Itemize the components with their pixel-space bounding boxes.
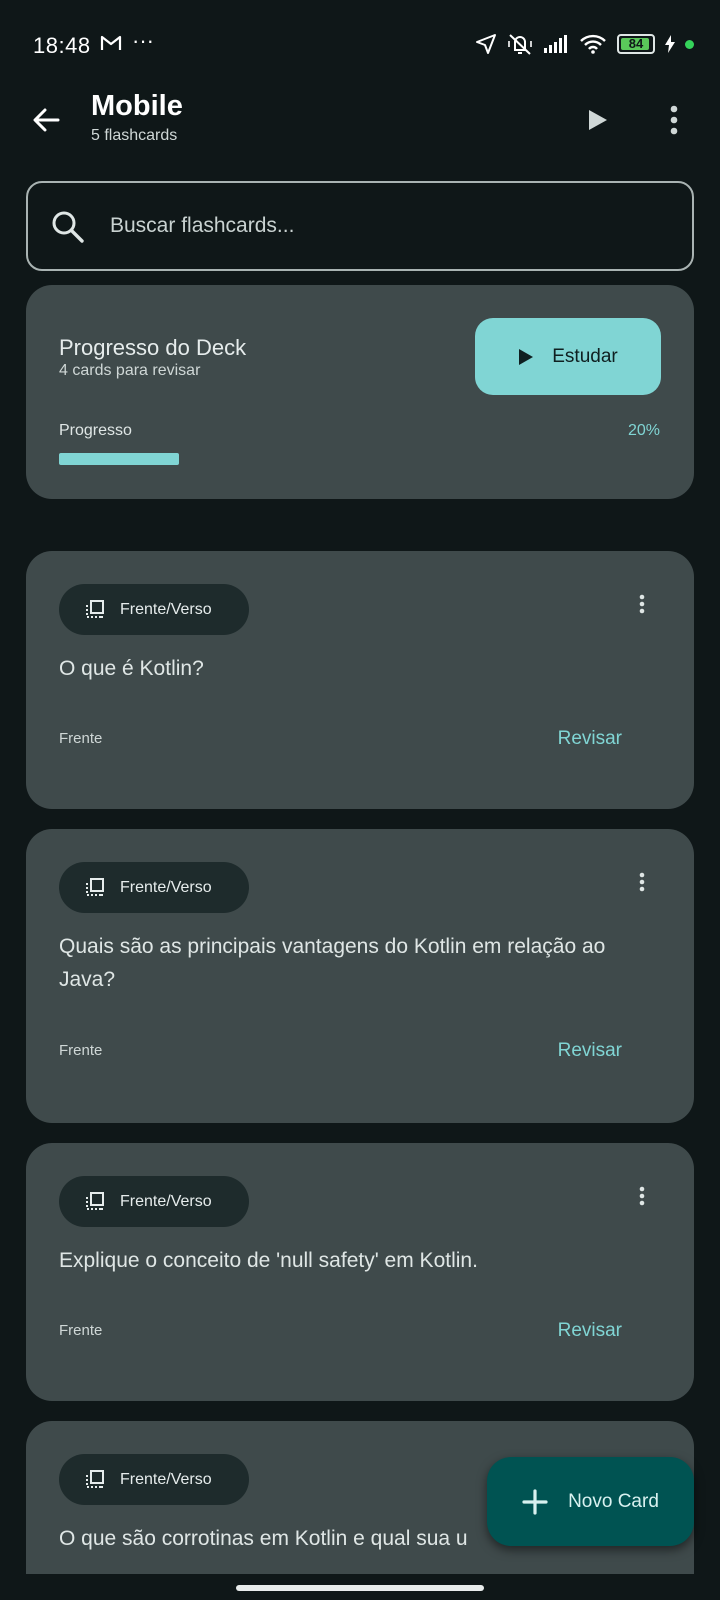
card-more-button[interactable] [630,867,654,897]
more-vert-icon [639,872,645,892]
app-bar: Mobile 5 flashcards [0,85,720,155]
back-arrow-icon [33,108,60,132]
screen: 18:48 ··· 84 Mobile 5 flashcards Buscar … [0,0,720,1600]
status-icons: 84 [475,30,694,58]
new-card-label: Novo Card [568,1490,659,1512]
status-more-icon: ··· [132,28,154,53]
more-vert-icon [639,1186,645,1206]
card-side-label: Frente [59,1322,103,1339]
card-side-label: Frente [59,730,103,747]
card-question: O que é Kotlin? [59,657,204,680]
back-button[interactable] [26,100,66,140]
review-button[interactable]: Revisar [558,1320,622,1342]
card-more-button[interactable] [630,589,654,619]
wifi-icon [580,34,606,54]
card-type-chip: Frente/Verso [59,1176,249,1227]
card-type-chip: Frente/Verso [59,862,249,913]
more-options-button[interactable] [656,100,692,140]
page-title: Mobile [91,90,183,122]
battery-level: 84 [628,36,644,51]
progress-card-title: Progresso do Deck [59,335,247,360]
page-subtitle: 5 flashcards [91,127,178,144]
gmail-icon [100,35,122,50]
flashcard-type-icon [86,599,104,618]
study-button[interactable]: Estudar [475,318,661,395]
review-button[interactable]: Revisar [558,1040,622,1062]
card-question: Quais são as principais vantagens do Kot… [59,935,606,991]
card-side-label: Frente [59,1042,103,1059]
play-button[interactable] [580,102,616,138]
study-button-label: Estudar [552,345,618,367]
flashcard-type-icon [86,1191,104,1210]
green-dot [685,39,694,49]
card-question: Explique o conceito de 'null safety' em … [59,1249,478,1272]
card-more-button[interactable] [630,1181,654,1211]
flashcard[interactable]: Frente/Verso O que é Kotlin? Frente Revi… [26,551,694,809]
charging-icon [665,35,675,53]
flashcard-type-icon [86,877,104,896]
signal-icon [544,35,567,53]
mute-vibrate-icon [508,34,532,55]
review-button[interactable]: Revisar [558,728,622,750]
progress-label: Progresso [59,422,132,439]
flashcard[interactable]: Frente/Verso Quais são as principais van… [26,829,694,1123]
new-card-button[interactable]: Novo Card [487,1457,694,1546]
card-type-label: Frente/Verso [120,600,212,618]
search-input[interactable] [110,203,670,249]
progress-bar [59,453,661,465]
location-arrow-icon [476,34,496,54]
card-type-label: Frente/Verso [120,1192,212,1210]
progress-card: Progresso do Deck 4 cards para revisar E… [26,285,694,499]
progress-bar-fill [59,453,180,465]
home-indicator[interactable] [236,1585,484,1591]
play-icon [519,348,534,365]
plus-icon [522,1488,548,1515]
search-icon [52,211,84,243]
progress-card-subtitle: 4 cards para revisar [59,362,201,379]
card-type-chip: Frente/Verso [59,1454,249,1505]
flashcard[interactable]: Frente/Verso Explique o conceito de 'nul… [26,1143,694,1401]
card-type-chip: Frente/Verso [59,584,249,635]
card-type-label: Frente/Verso [120,1470,212,1488]
battery-icon: 84 [617,34,655,54]
card-type-label: Frente/Verso [120,878,212,896]
status-time: 18:48 [33,33,91,58]
play-icon [589,110,607,130]
status-bar: 18:48 ··· 84 [0,0,720,90]
more-vert-icon [639,594,645,614]
progress-percent: 20% [627,422,660,439]
search-box [26,181,694,271]
more-vert-icon [670,105,678,135]
flashcard-type-icon [86,1469,104,1488]
